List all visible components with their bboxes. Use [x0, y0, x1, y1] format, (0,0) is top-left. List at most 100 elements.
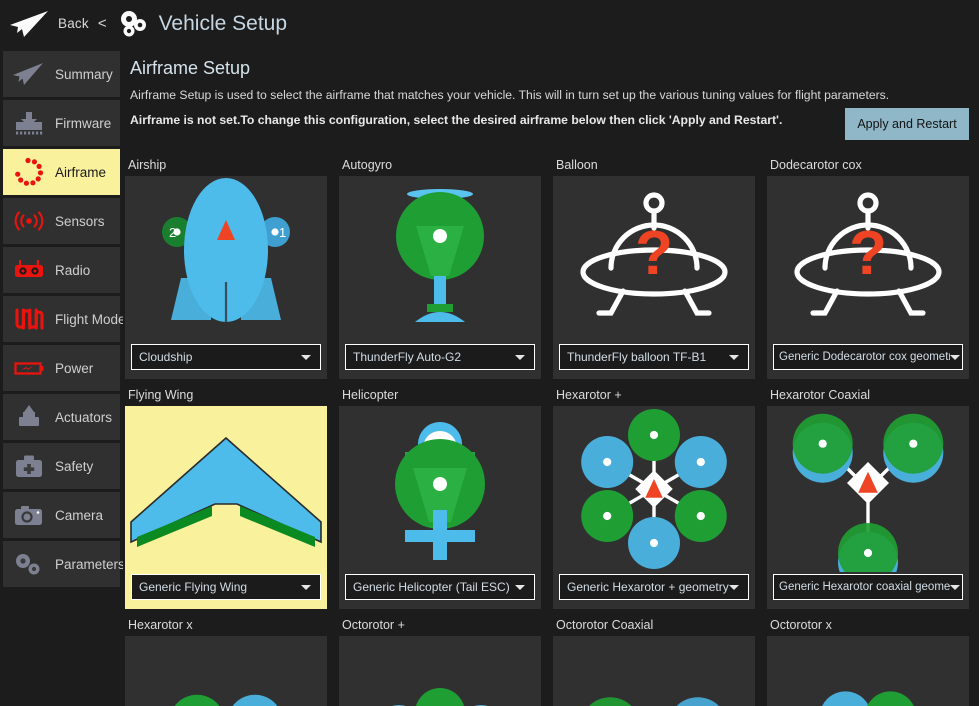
sidebar-item-label: Radio — [55, 263, 90, 278]
airframe-cell: Hexarotor + Generic Hexarotor + geometry — [553, 382, 766, 612]
airframe-cell: Helicopter Generic Helicopter (Tail ESC) — [339, 382, 552, 612]
airframe-group-title: Hexarotor x — [125, 612, 338, 636]
sidebar-item-parameters[interactable]: Parameters — [3, 541, 120, 587]
airframe-select[interactable]: Generic Dodecarotor cox geometry — [773, 344, 963, 370]
sidebar-item-label: Sensors — [55, 214, 105, 229]
svg-text:1: 1 — [279, 225, 286, 240]
airframe-cell: Hexarotor x — [125, 612, 338, 706]
sidebar-item-sensors[interactable]: Sensors — [3, 198, 120, 244]
airframe-cell: Autogyro ThunderFly Auto-G2 — [339, 152, 552, 382]
airframe-card[interactable]: Generic Hexarotor coaxial geometry — [767, 406, 969, 609]
sidebar-item-firmware[interactable]: Firmware — [3, 100, 120, 146]
airframe-select-value: Generic Hexarotor + geometry — [567, 580, 729, 594]
back-label[interactable]: Back — [58, 16, 89, 31]
airframe-setup-title: Airframe Setup — [130, 58, 979, 79]
sidebar-item-label: Airframe — [55, 165, 106, 180]
sidebar-item-flight-modes[interactable]: Flight Modes — [3, 296, 120, 342]
airframe-cell: Hexarotor Coaxial Generic Hexarotor coax… — [767, 382, 979, 612]
hexax-icon — [125, 636, 327, 706]
airframe-card[interactable] — [125, 636, 327, 706]
hexaplus-icon — [553, 406, 755, 572]
sidebar-item-label: Camera — [55, 508, 103, 523]
chevron-down-icon — [729, 355, 739, 360]
airframe-cell: Octorotor x — [767, 612, 979, 706]
actuator-icon — [9, 401, 49, 433]
sidebar-item-label: Firmware — [55, 116, 111, 131]
airframe-select[interactable]: ThunderFly balloon TF-B1 — [559, 344, 749, 370]
airframe-group-title: Balloon — [553, 152, 766, 176]
hexacoax-icon — [767, 406, 969, 572]
paper-plane-icon[interactable] — [8, 9, 52, 39]
sidebar-item-radio[interactable]: Radio — [3, 247, 120, 293]
sidebar-item-label: Parameters — [55, 557, 125, 572]
svg-text:2: 2 — [169, 225, 176, 240]
airframe-cell: Dodecarotor cox ? Generic Dodecarotor co… — [767, 152, 979, 382]
airframe-select-value: Cloudship — [139, 350, 301, 364]
airframe-select[interactable]: Generic Flying Wing — [131, 574, 321, 600]
airframe-select[interactable]: ThunderFly Auto-G2 — [345, 344, 535, 370]
octox-icon — [767, 636, 969, 706]
airframe-group-title: Autogyro — [339, 152, 552, 176]
svg-text:?: ? — [635, 219, 673, 288]
airframe-card[interactable] — [339, 636, 541, 706]
airframe-group-title: Octorotor x — [767, 612, 979, 636]
sidebar-item-camera[interactable]: Camera — [3, 492, 120, 538]
airframe-card[interactable]: Generic Flying Wing — [125, 406, 327, 609]
sidebar-item-label: Actuators — [55, 410, 112, 425]
unknown-ufo-icon: ? — [553, 176, 755, 342]
sidebar-item-label: Flight Modes — [55, 312, 132, 327]
sidebar-item-summary[interactable]: Summary — [3, 51, 120, 97]
battery-icon — [9, 352, 49, 384]
chevron-down-icon — [301, 355, 311, 360]
airframe-select-value: Generic Hexarotor coaxial geometry — [779, 581, 950, 593]
airframe-group-title: Dodecarotor cox — [767, 152, 979, 176]
sidebar-item-label: Summary — [55, 67, 113, 82]
sidebar-item-label: Power — [55, 361, 93, 376]
airframe-select[interactable]: Generic Helicopter (Tail ESC) — [345, 574, 535, 600]
airframe-grid: Airship 2 1 Cloudship Autogyro — [123, 152, 979, 706]
unknown-ufo-icon: ? — [767, 176, 969, 342]
chevron-down-icon — [950, 585, 960, 590]
sidebar-item-airframe[interactable]: Airframe — [3, 149, 120, 195]
page-title: Vehicle Setup — [159, 12, 287, 36]
sidebar-item-power[interactable]: Power — [3, 345, 120, 391]
airframe-card[interactable]: ThunderFly Auto-G2 — [339, 176, 541, 379]
airframe-group-title: Airship — [125, 152, 338, 176]
airframe-group-title: Helicopter — [339, 382, 552, 406]
airframe-card[interactable] — [767, 636, 969, 706]
airframe-cell: Airship 2 1 Cloudship — [125, 152, 338, 382]
airframe-card[interactable]: ? ThunderFly balloon TF-B1 — [553, 176, 755, 379]
airframe-select[interactable]: Generic Hexarotor coaxial geometry — [773, 574, 963, 600]
apply-and-restart-button[interactable]: Apply and Restart — [845, 108, 969, 140]
download-chip-icon — [9, 107, 49, 139]
chevron-down-icon — [515, 585, 525, 590]
airframe-card[interactable]: 2 1 Cloudship — [125, 176, 327, 379]
airframe-select-value: ThunderFly balloon TF-B1 — [567, 350, 729, 364]
top-header-bar: Back < Vehicle Setup — [0, 0, 979, 47]
airframe-card[interactable]: Generic Hexarotor + geometry — [553, 406, 755, 609]
helicopter-icon — [339, 406, 541, 572]
airframe-group-title: Flying Wing — [125, 382, 338, 406]
airframe-card[interactable]: ? Generic Dodecarotor cox geometry — [767, 176, 969, 379]
airframe-select-value: ThunderFly Auto-G2 — [353, 350, 515, 364]
airframe-select-value: Generic Dodecarotor cox geometry — [779, 351, 950, 363]
chevron-down-icon — [301, 585, 311, 590]
airframe-select[interactable]: Generic Hexarotor + geometry — [559, 574, 749, 600]
setup-sidebar: Summary Firmware Airframe Sensors Radio F… — [0, 47, 123, 706]
main-panel: Airframe Setup Airframe Setup is used to… — [123, 47, 979, 706]
gears-icon — [117, 9, 151, 39]
sidebar-item-label: Safety — [55, 459, 93, 474]
airframe-select[interactable]: Cloudship — [131, 344, 321, 370]
autogyro-icon — [339, 176, 541, 342]
sidebar-item-actuators[interactable]: Actuators — [3, 394, 120, 440]
chevron-down-icon — [729, 585, 739, 590]
back-chevron-icon[interactable]: < — [98, 15, 107, 32]
chevron-down-icon — [515, 355, 525, 360]
airframe-card[interactable]: Generic Helicopter (Tail ESC) — [339, 406, 541, 609]
sidebar-item-safety[interactable]: Safety — [3, 443, 120, 489]
octocoax-icon — [553, 636, 755, 706]
airframe-group-title: Octorotor + — [339, 612, 552, 636]
airframe-card[interactable] — [553, 636, 755, 706]
airframe-cell: Flying Wing Generic Flying Wing — [125, 382, 338, 612]
airframe-select-value: Generic Flying Wing — [139, 580, 301, 594]
